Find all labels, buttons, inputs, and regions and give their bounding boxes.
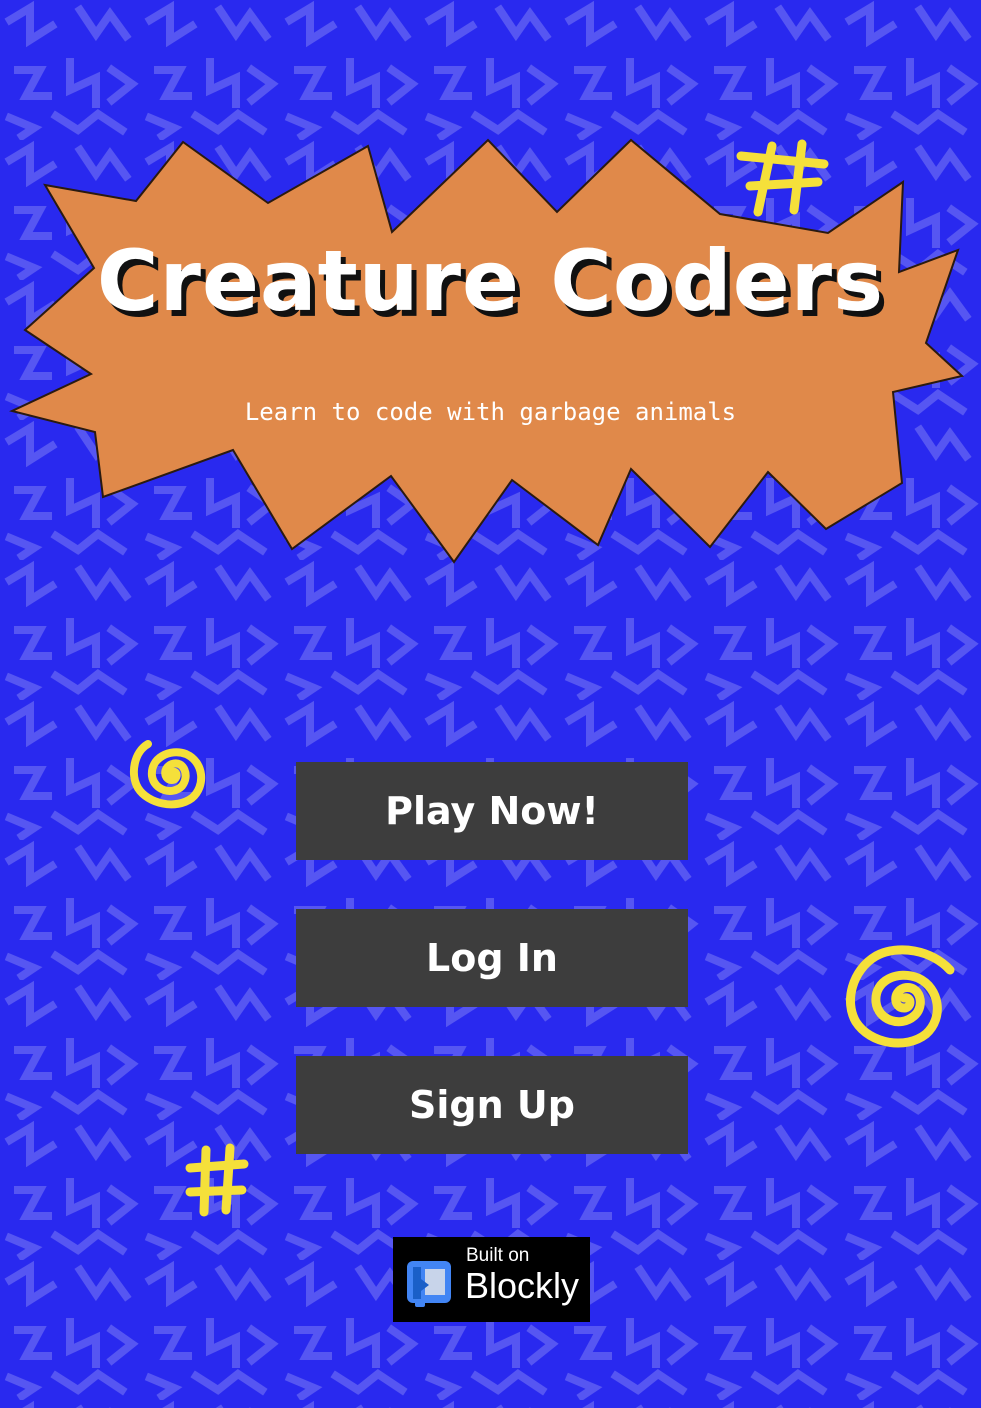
sign-up-button[interactable]: Sign Up: [296, 1056, 688, 1154]
blockly-logo-icon: [407, 1261, 451, 1307]
spiral-icon: [129, 740, 205, 809]
badge-top-text: Built on: [466, 1245, 530, 1266]
built-on-blockly-badge[interactable]: Built on Blockly: [393, 1237, 590, 1322]
hash-icon: [185, 1143, 249, 1217]
play-now-button[interactable]: Play Now!: [296, 762, 688, 860]
app-subtitle: Learn to code with garbage animals: [244, 398, 737, 426]
log-in-button[interactable]: Log In: [296, 909, 688, 1007]
hash-icon: [736, 139, 829, 217]
spiral-icon: [846, 945, 955, 1048]
app-title: Creature Coders: [96, 232, 885, 330]
badge-main-text: Blockly: [465, 1265, 580, 1306]
